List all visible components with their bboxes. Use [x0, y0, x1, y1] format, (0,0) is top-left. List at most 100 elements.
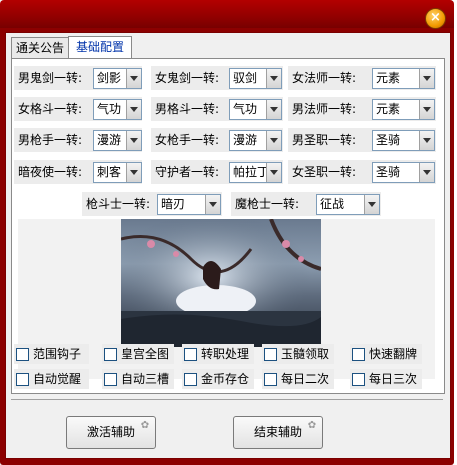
tab-announcement[interactable]: 通关公告 — [11, 37, 69, 58]
checkbox-label: 快速翻牌 — [369, 347, 418, 361]
label-demonic-lancer: 魔枪士一转: — [235, 197, 300, 211]
checkbox-label: 每日三次 — [369, 372, 418, 386]
chevron-down-icon — [419, 131, 434, 150]
chevron-down-icon — [419, 163, 434, 182]
select-value: 气功 — [233, 102, 258, 116]
activate-button[interactable]: 激活辅助 ✿ — [66, 416, 156, 449]
select-value: 漫游 — [233, 133, 258, 147]
checkbox-auto-awaken[interactable]: 自动觉醒 — [16, 370, 88, 388]
chevron-down-icon — [266, 131, 281, 150]
select-value: 征战 — [320, 197, 345, 211]
chevron-down-icon — [266, 100, 281, 119]
select-value: 驭剑 — [233, 71, 258, 85]
select-female-slayer[interactable]: 驭剑 — [229, 68, 282, 89]
select-value: 元素 — [376, 102, 401, 116]
label-male-priest: 男圣职一转: — [292, 133, 357, 147]
select-value: 气功 — [97, 102, 122, 116]
checkbox-auto-three-slot[interactable]: 自动三槽 — [104, 370, 176, 388]
checkbox-square — [184, 348, 197, 361]
label-male-fighter: 男格斗一转: — [155, 102, 220, 116]
select-male-mage[interactable]: 元素 — [372, 99, 435, 120]
select-value: 刺客 — [97, 165, 122, 179]
select-value: 圣骑 — [376, 165, 401, 179]
select-value: 帕拉丁 — [233, 165, 270, 179]
chevron-down-icon — [126, 131, 141, 150]
select-value: 暗刃 — [161, 197, 186, 211]
chevron-down-icon — [126, 100, 141, 119]
label-female-mage: 女法师一转: — [292, 71, 357, 85]
select-value: 元素 — [376, 71, 401, 85]
select-value: 剑影 — [97, 71, 122, 85]
client-area: 通关公告 基础配置 男鬼剑一转: 剑影 女鬼剑一转: 驭剑 女法师一转: 元素 … — [5, 32, 451, 459]
swirl-icon: ✿ — [140, 420, 150, 431]
checkbox-label: 转职处理 — [201, 347, 250, 361]
select-male-fighter[interactable]: 气功 — [229, 99, 282, 120]
select-female-mage[interactable]: 元素 — [372, 68, 435, 89]
checkbox-square — [16, 348, 29, 361]
checkbox-daily-twice[interactable]: 每日二次 — [264, 370, 336, 388]
select-male-priest[interactable]: 圣骑 — [372, 130, 435, 151]
chevron-down-icon — [126, 69, 141, 88]
label-female-fighter: 女格斗一转: — [18, 102, 83, 116]
label-male-slayer: 男鬼剑一转: — [18, 71, 83, 85]
divider — [11, 399, 443, 400]
select-knight[interactable]: 帕拉丁 — [229, 162, 282, 183]
checkbox-label: 皇宫全图 — [121, 347, 170, 361]
select-thief[interactable]: 刺客 — [93, 162, 142, 183]
label-male-mage: 男法师一转: — [292, 102, 357, 116]
banner-illustration — [121, 219, 321, 347]
chevron-down-icon — [266, 163, 281, 182]
checkbox-square — [184, 373, 197, 386]
select-male-slayer[interactable]: 剑影 — [93, 68, 142, 89]
end-button-label: 结束辅助 — [253, 425, 302, 439]
checkbox-label: 范围钩子 — [33, 347, 82, 361]
label-female-gunner: 女枪手一转: — [155, 133, 220, 147]
label-knight: 守护者一转: — [155, 165, 220, 179]
checkbox-label: 金币存仓 — [201, 372, 250, 386]
checkbox-square — [264, 373, 277, 386]
chevron-down-icon — [266, 69, 281, 88]
chevron-down-icon — [364, 195, 379, 214]
checkbox-range-hook[interactable]: 范围钩子 — [16, 345, 88, 363]
select-female-fighter[interactable]: 气功 — [93, 99, 142, 120]
label-agent: 枪斗士一转: — [86, 197, 151, 211]
checkbox-label: 自动三槽 — [121, 372, 170, 386]
select-female-gunner[interactable]: 漫游 — [229, 130, 282, 151]
close-button[interactable]: × — [425, 8, 446, 29]
checkbox-square — [16, 373, 29, 386]
checkbox-jade-claim[interactable]: 玉髓领取 — [264, 345, 336, 363]
checkbox-gold-storage[interactable]: 金币存仓 — [184, 370, 256, 388]
activate-button-label: 激活辅助 — [86, 425, 135, 439]
label-thief: 暗夜使一转: — [18, 165, 83, 179]
checkbox-square — [352, 373, 365, 386]
label-male-gunner: 男枪手一转: — [18, 133, 83, 147]
swirl-icon: ✿ — [307, 420, 317, 431]
select-agent[interactable]: 暗刃 — [157, 194, 221, 215]
banner-image — [121, 219, 321, 347]
select-demonic-lancer[interactable]: 征战 — [316, 194, 380, 215]
end-button[interactable]: 结束辅助 ✿ — [233, 416, 323, 449]
helper-window: × 通关公告 基础配置 男鬼剑一转: 剑影 女鬼剑一转: 驭剑 女法师一转: 元… — [0, 0, 454, 465]
chevron-down-icon — [419, 100, 434, 119]
checkbox-square — [352, 348, 365, 361]
checkbox-square — [104, 373, 117, 386]
checkbox-palace-map[interactable]: 皇宫全图 — [104, 345, 176, 363]
label-female-slayer: 女鬼剑一转: — [155, 71, 220, 85]
checkbox-fast-flip[interactable]: 快速翻牌 — [352, 345, 424, 363]
chevron-down-icon — [126, 163, 141, 182]
select-female-priest[interactable]: 圣骑 — [372, 162, 435, 183]
select-value: 圣骑 — [376, 133, 401, 147]
select-value: 漫游 — [97, 133, 122, 147]
checkbox-job-change[interactable]: 转职处理 — [184, 345, 256, 363]
chevron-down-icon — [205, 195, 220, 214]
chevron-down-icon — [419, 69, 434, 88]
tab-basic-config[interactable]: 基础配置 — [68, 36, 132, 59]
checkbox-label: 自动觉醒 — [33, 372, 82, 386]
checkbox-daily-thrice[interactable]: 每日三次 — [352, 370, 424, 388]
select-male-gunner[interactable]: 漫游 — [93, 130, 142, 151]
checkbox-label: 每日二次 — [281, 372, 330, 386]
checkbox-square — [104, 348, 117, 361]
label-female-priest: 女圣职一转: — [292, 165, 357, 179]
checkbox-square — [264, 348, 277, 361]
checkbox-label: 玉髓领取 — [281, 347, 330, 361]
